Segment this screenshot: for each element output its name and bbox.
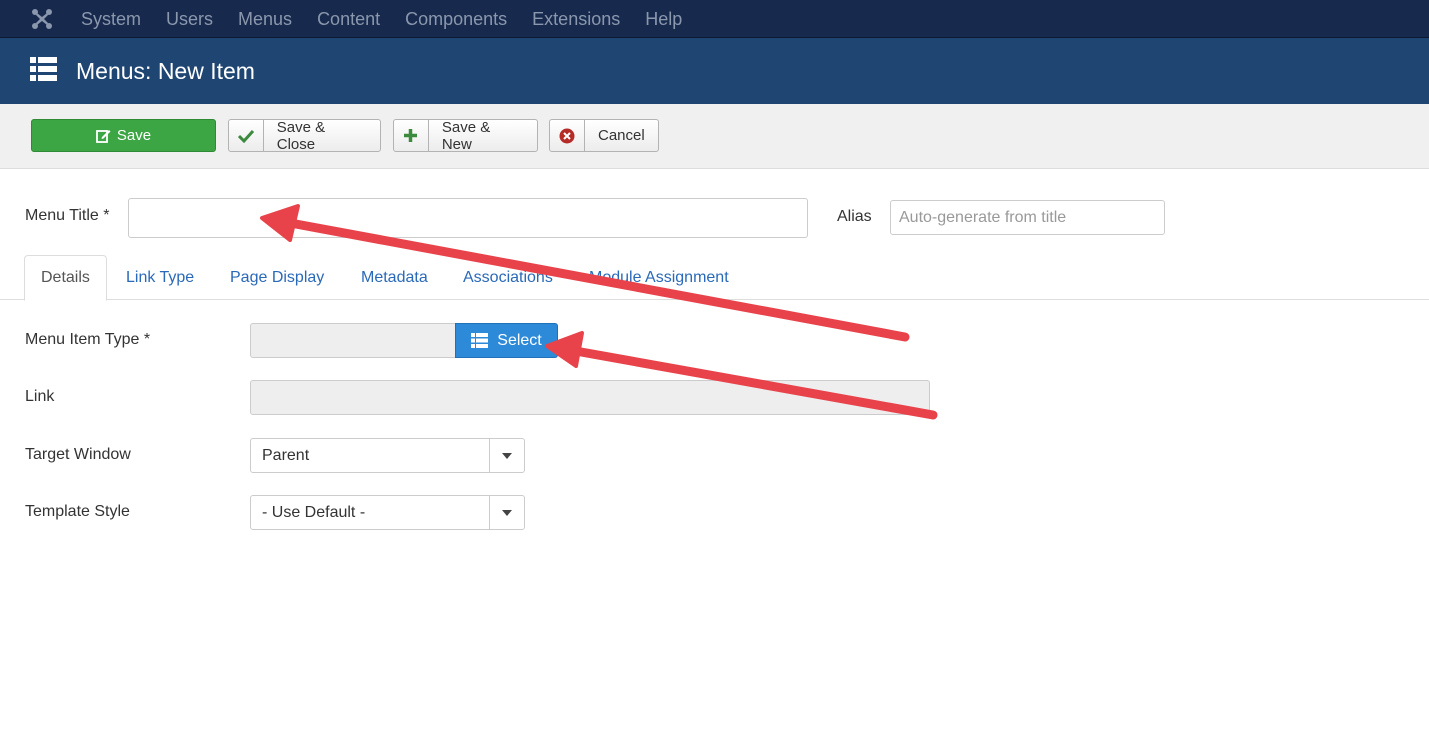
menu-users[interactable]: Users: [166, 9, 213, 30]
cancel-label: Cancel: [598, 127, 645, 144]
menu-components[interactable]: Components: [405, 9, 507, 30]
save-close-label: Save & Close: [276, 118, 326, 153]
plus-icon: [394, 120, 429, 151]
menu-menus[interactable]: Menus: [238, 9, 292, 30]
caret-down-icon: [489, 439, 524, 472]
template-style-value: - Use Default -: [262, 503, 366, 521]
top-menu: System Users Menus Content Components Ex…: [81, 0, 707, 38]
cancel-circle-icon: [550, 120, 585, 151]
alias-input[interactable]: [890, 200, 1165, 235]
save-close-button[interactable]: Save & Close: [228, 118, 381, 153]
page-header: Menus: New Item: [0, 38, 1429, 104]
template-style-select[interactable]: - Use Default -: [250, 495, 525, 530]
target-window-label: Target Window: [25, 446, 131, 463]
save-new-button[interactable]: Save & New: [393, 118, 538, 153]
alias-label: Alias: [837, 208, 872, 225]
menu-content[interactable]: Content: [317, 9, 380, 30]
menu-extensions[interactable]: Extensions: [532, 9, 620, 30]
menu-item-type-field: [250, 323, 456, 358]
list-icon: [471, 333, 489, 348]
select-button[interactable]: Select: [455, 323, 558, 358]
caret-down-icon: [489, 496, 524, 529]
top-navbar: System Users Menus Content Components Ex…: [0, 0, 1429, 38]
tab-link-type[interactable]: Link Type: [110, 255, 210, 300]
select-label: Select: [497, 331, 542, 349]
target-window-select[interactable]: Parent: [250, 438, 525, 473]
check-icon: [229, 120, 264, 151]
tab-page-display[interactable]: Page Display: [214, 255, 340, 300]
save-new-label: Save & New: [441, 118, 491, 153]
link-label: Link: [25, 388, 55, 405]
tab-module-assignment[interactable]: Module Assignment: [573, 255, 745, 300]
tab-bar: Details Link Type Page Display Metadata …: [0, 255, 1429, 301]
list-icon: [30, 57, 57, 81]
menu-system[interactable]: System: [81, 9, 141, 30]
link-field: [250, 380, 930, 415]
cancel-button[interactable]: Cancel: [549, 119, 659, 152]
menu-title-label: Menu Title *: [25, 207, 110, 224]
menu-item-type-label: Menu Item Type *: [25, 331, 151, 348]
tab-details[interactable]: Details: [24, 255, 107, 301]
tab-metadata[interactable]: Metadata: [345, 255, 444, 300]
menu-help[interactable]: Help: [645, 9, 682, 30]
joomla-logo-icon[interactable]: [30, 7, 54, 31]
save-label: Save: [116, 127, 152, 144]
save-button[interactable]: Save: [31, 119, 216, 152]
toolbar: Save Save & Close Save & New Cancel: [0, 104, 1429, 169]
edit-icon: [95, 120, 111, 151]
template-style-label: Template Style: [25, 503, 130, 520]
target-window-value: Parent: [262, 446, 310, 464]
page-title: Menus: New Item: [76, 58, 255, 84]
tab-associations[interactable]: Associations: [447, 255, 569, 300]
menu-title-input[interactable]: [128, 198, 808, 238]
